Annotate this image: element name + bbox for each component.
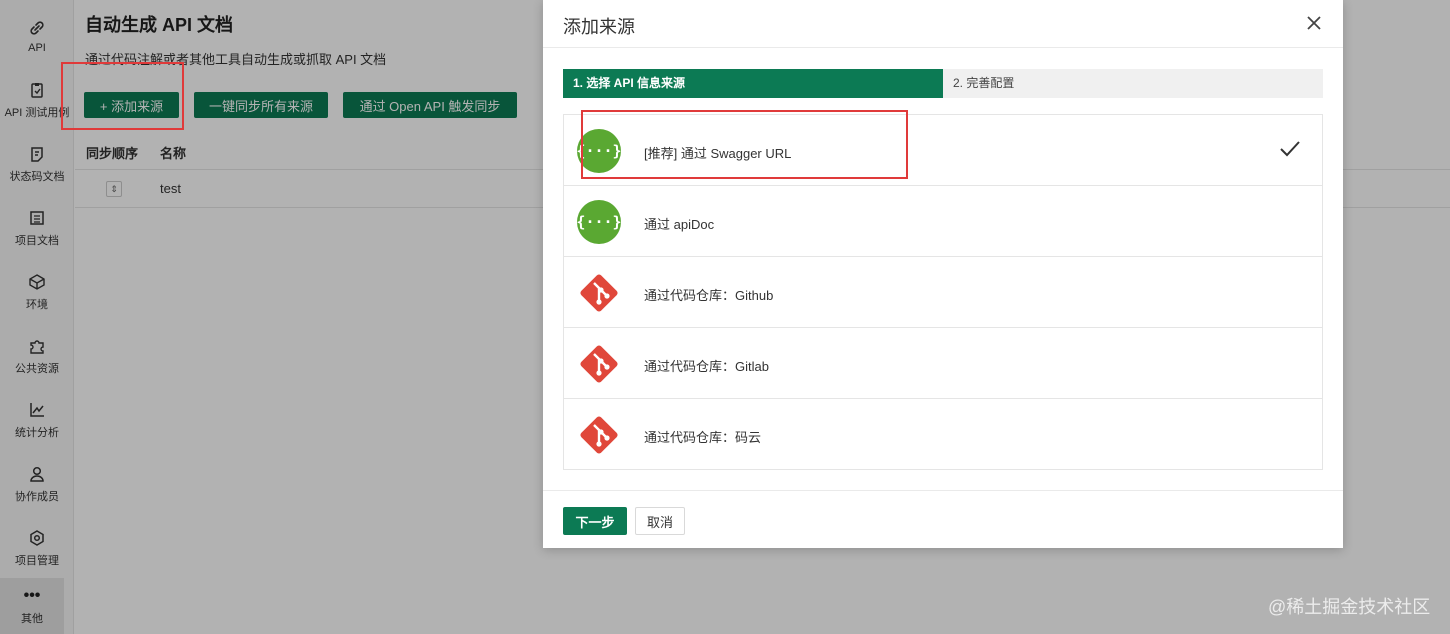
git-icon [576,412,622,458]
annotation-box-add-source [61,62,184,130]
option-label: 通过代码仓库：Github [644,288,774,303]
option-github[interactable]: 通过代码仓库：Github [564,257,1322,328]
dialog-title: 添加来源 [563,17,635,37]
option-label: 通过 apiDoc [644,217,715,232]
option-apidoc[interactable]: {···} 通过 apiDoc [564,186,1322,257]
dialog-footer: 下一步 取消 [543,490,1343,548]
step-1: 1. 选择 API 信息来源 [563,69,943,98]
dialog-header: 添加来源 [543,0,1343,48]
watermark: @稀土掘金技术社区 [1268,597,1431,617]
svg-text:{···}: {···} [576,213,621,231]
next-step-button[interactable]: 下一步 [563,507,627,535]
option-label: 通过代码仓库：码云 [644,430,762,445]
option-label: 通过代码仓库：Gitlab [644,359,769,374]
step-2: 2. 完善配置 [953,76,1015,90]
check-icon [1278,139,1302,159]
close-icon[interactable] [1303,12,1325,34]
cancel-button[interactable]: 取消 [635,507,685,535]
git-icon [576,341,622,387]
git-icon [576,270,622,316]
option-gitee[interactable]: 通过代码仓库：码云 [564,399,1322,470]
annotation-box-swagger-option [581,110,908,179]
swagger-icon: {···} [576,199,622,245]
option-gitlab[interactable]: 通过代码仓库：Gitlab [564,328,1322,399]
step-indicator: 1. 选择 API 信息来源 2. 完善配置 [563,69,1323,98]
add-source-dialog: 添加来源 1. 选择 API 信息来源 2. 完善配置 {···} [推荐] 通… [543,0,1343,548]
